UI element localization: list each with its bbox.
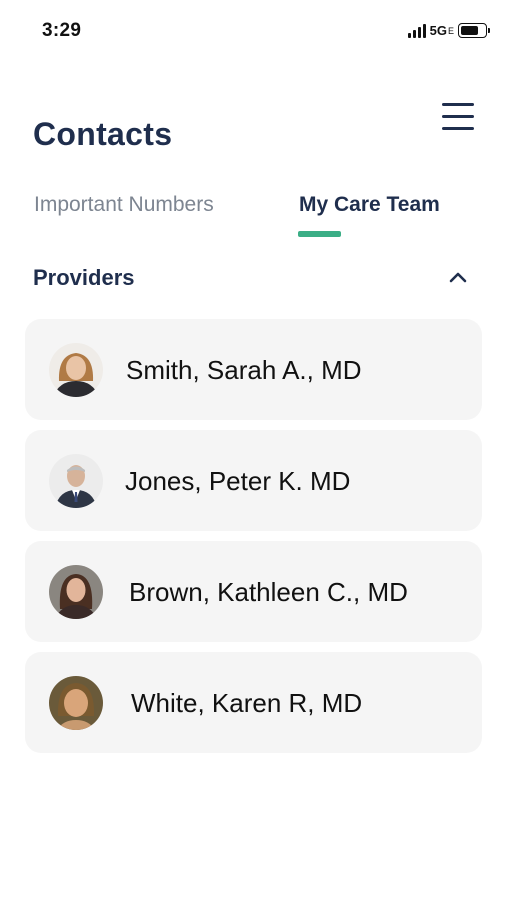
- providers-section-title: Providers: [33, 265, 135, 290]
- avatar: [49, 676, 103, 730]
- provider-list: Smith, Sarah A., MD Jones, Peter K. MD B…: [25, 319, 482, 763]
- provider-name: Jones, Peter K. MD: [125, 466, 351, 496]
- chevron-up-icon[interactable]: [445, 266, 471, 288]
- active-tab-indicator: [298, 231, 341, 237]
- provider-name: White, Karen R, MD: [131, 688, 363, 718]
- signal-icon: [407, 23, 426, 38]
- battery-icon: [458, 23, 490, 38]
- tab-important-numbers[interactable]: Important Numbers: [34, 193, 214, 217]
- provider-card[interactable]: Jones, Peter K. MD: [25, 430, 482, 531]
- contacts-screen: 3:29 5G E Contacts Important Numbers My C…: [0, 0, 507, 900]
- provider-name: Brown, Kathleen C., MD: [129, 577, 408, 607]
- provider-card[interactable]: White, Karen R, MD: [25, 652, 482, 753]
- hamburger-menu-icon[interactable]: [438, 100, 478, 134]
- network-label: 5G: [429, 23, 447, 38]
- provider-name: Smith, Sarah A., MD: [126, 355, 362, 385]
- avatar: [49, 343, 103, 397]
- avatar: [49, 565, 103, 619]
- status-bar: 3:29 5G E: [0, 0, 507, 62]
- status-time: 3:29: [42, 20, 82, 41]
- status-icons: 5G E: [407, 23, 490, 38]
- avatar: [49, 454, 103, 508]
- provider-card[interactable]: Smith, Sarah A., MD: [25, 319, 482, 420]
- page-title: Contacts: [33, 116, 173, 152]
- tab-my-care-team[interactable]: My Care Team: [299, 193, 440, 217]
- network-suffix: E: [447, 25, 454, 36]
- provider-card[interactable]: Brown, Kathleen C., MD: [25, 541, 482, 642]
